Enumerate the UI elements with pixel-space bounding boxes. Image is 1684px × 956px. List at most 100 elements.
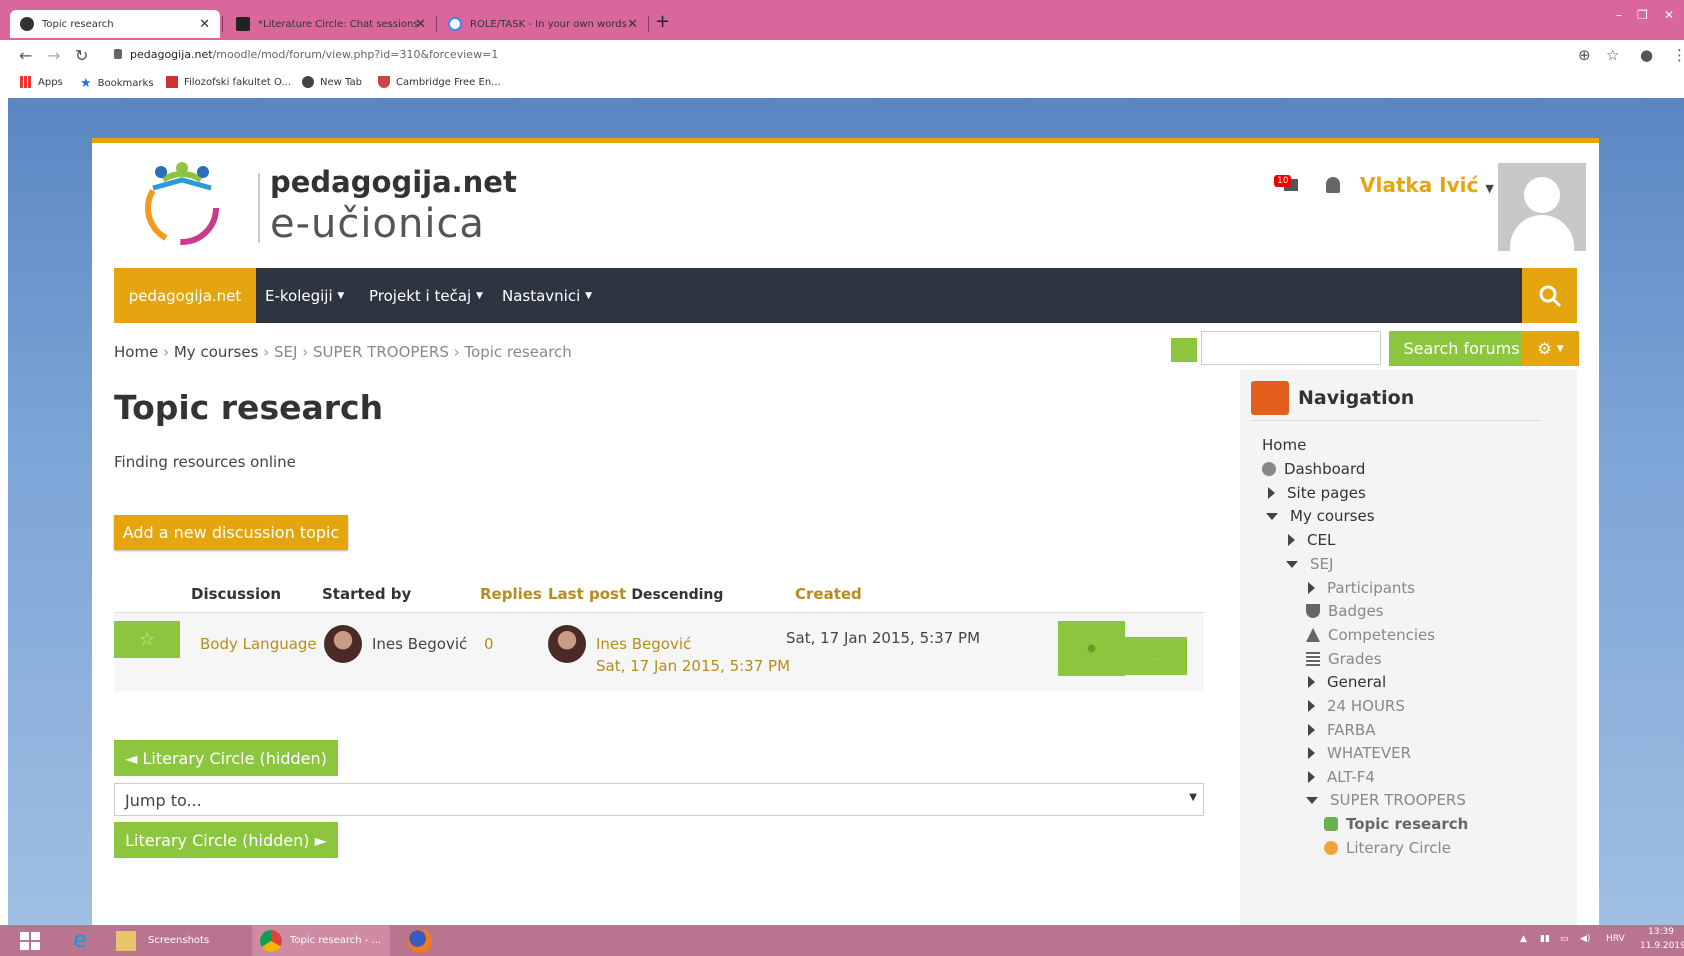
col-created[interactable]: Created	[795, 585, 862, 603]
firefox-icon[interactable]	[404, 925, 436, 956]
bookmark-cambridge[interactable]: Cambridge Free En...	[378, 76, 501, 88]
nav-participants[interactable]: Participants	[1308, 579, 1415, 597]
avatar[interactable]	[548, 625, 586, 663]
battery-icon[interactable]: ▭	[1560, 934, 1569, 944]
crumb-my-courses[interactable]: My courses	[174, 343, 259, 361]
menu-icon[interactable]: ⋮	[1672, 46, 1684, 64]
bell-icon[interactable]	[1326, 177, 1340, 193]
nav-e-kolegiji[interactable]: E-kolegiji ▼	[265, 268, 344, 323]
bookmark-label: Apps	[38, 76, 63, 88]
nav-section-farba[interactable]: FARBA	[1308, 721, 1376, 739]
more-actions-icon[interactable]: ...	[1120, 637, 1187, 675]
last-post-user[interactable]: Ines Begović	[596, 635, 691, 653]
crumb-topic-research[interactable]: Topic research	[464, 343, 571, 361]
nav-section-super-troopers[interactable]: SUPER TROOPERS	[1306, 791, 1466, 809]
nav-projekt[interactable]: Projekt i tečaj ▼	[369, 268, 483, 323]
nav-home-link[interactable]: Home	[1262, 436, 1306, 454]
col-started-by[interactable]: Started by	[322, 585, 411, 603]
add-discussion-button[interactable]: Add a new discussion topic	[114, 515, 348, 550]
nav-competencies[interactable]: Competencies	[1306, 626, 1435, 644]
discussion-link[interactable]: Body Language	[200, 635, 317, 653]
tab-literature-circle[interactable]: *Literature Circle: Chat sessions ✕	[226, 10, 436, 38]
new-tab-button[interactable]: +	[655, 11, 670, 32]
nav-badges[interactable]: Badges	[1306, 602, 1384, 620]
subscribe-toggle[interactable]: ●	[1058, 621, 1125, 676]
nav-label: WHATEVER	[1327, 744, 1412, 762]
volume-icon[interactable]: ◀)	[1580, 934, 1590, 944]
bookmark-new-tab[interactable]: New Tab	[302, 76, 362, 88]
crumb-super-troopers[interactable]: SUPER TROOPERS	[313, 343, 449, 361]
next-activity-button[interactable]: Literary Circle (hidden) ►	[114, 822, 338, 858]
settings-menu-button[interactable]: ⚙ ▼	[1522, 331, 1579, 366]
nav-label: Competencies	[1328, 626, 1436, 644]
search-forums-button[interactable]: Search forums	[1389, 331, 1534, 366]
close-icon[interactable]: ✕	[627, 17, 638, 32]
nav-section-alt-f4[interactable]: ALT-F4	[1308, 768, 1375, 786]
col-discussion[interactable]: Discussion	[191, 585, 281, 603]
reload-icon[interactable]: ↻	[75, 46, 88, 65]
star-icon[interactable]: ☆	[114, 621, 180, 658]
nav-course-sej[interactable]: SEJ	[1286, 555, 1333, 573]
close-window-icon[interactable]: ✕	[1664, 8, 1674, 22]
network-icon[interactable]: ▮▮	[1540, 934, 1550, 944]
restore-icon[interactable]: ❐	[1637, 8, 1648, 22]
tab-topic-research[interactable]: Topic research ✕	[10, 10, 220, 38]
back-icon[interactable]: ←	[19, 46, 32, 65]
bookmark-bookmarks[interactable]: ★ Bookmarks	[80, 76, 154, 91]
tab-divider	[648, 16, 649, 32]
trophy-icon	[1306, 604, 1320, 618]
nav-dashboard[interactable]: Dashboard	[1262, 460, 1365, 478]
nav-section-general[interactable]: General	[1308, 673, 1386, 691]
replies-count[interactable]: 0	[484, 635, 494, 653]
minimize-icon[interactable]: –	[1616, 8, 1622, 22]
profile-icon[interactable]: ●	[1640, 46, 1653, 64]
bookmark-apps[interactable]: Apps	[20, 76, 63, 88]
close-icon[interactable]: ✕	[415, 17, 426, 32]
nav-course-cel[interactable]: CEL	[1288, 531, 1335, 549]
clock-date[interactable]: 11.9.2019	[1640, 941, 1684, 951]
taskbar-chrome[interactable]: Topic research - ...	[252, 925, 390, 956]
internet-explorer-icon[interactable]: e	[64, 925, 96, 956]
col-replies[interactable]: Replies	[480, 585, 542, 603]
nav-literary-circle[interactable]: Literary Circle	[1324, 839, 1451, 857]
nav-topic-research[interactable]: Topic research	[1324, 815, 1468, 833]
started-by-name[interactable]: Ines Begović	[372, 635, 467, 653]
nav-section-whatever[interactable]: WHATEVER	[1308, 744, 1411, 762]
col-last-post[interactable]: Last post Descending	[548, 585, 723, 603]
nav-section-24-hours[interactable]: 24 HOURS	[1308, 697, 1405, 715]
crumb-sej[interactable]: SEJ	[274, 343, 297, 361]
jump-to-select[interactable]: Jump to... ▼	[114, 783, 1204, 816]
language-indicator[interactable]: HRV	[1606, 934, 1625, 944]
last-post-date[interactable]: Sat, 17 Jan 2015, 5:37 PM	[596, 657, 790, 675]
url-field[interactable]: pedagogija.net/moodle/mod/forum/view.php…	[114, 48, 498, 61]
avatar[interactable]	[1498, 163, 1586, 251]
nav-home[interactable]: pedagogija.net	[114, 268, 256, 323]
page-container: pedagogija.net e-učionica 10 Vlatka Ivić…	[92, 138, 1599, 925]
nav-nastavnici[interactable]: Nastavnici ▼	[502, 268, 592, 323]
avatar[interactable]	[324, 625, 362, 663]
chevron-right-icon	[1268, 487, 1275, 499]
crumb-home[interactable]: Home	[114, 343, 158, 361]
zoom-icon[interactable]: ⊕	[1578, 46, 1591, 64]
user-menu[interactable]: Vlatka Ivić ▼	[1360, 173, 1494, 197]
search-input[interactable]	[1201, 331, 1381, 365]
nav-site-pages[interactable]: Site pages	[1268, 484, 1366, 502]
tray-chevron-icon[interactable]: ▲	[1520, 934, 1527, 944]
bookmark-filozofski[interactable]: Filozofski fakultet O...	[166, 76, 291, 88]
main-navbar: pedagogija.net E-kolegiji ▼ Projekt i te…	[114, 268, 1577, 323]
nav-grades[interactable]: Grades	[1306, 650, 1382, 668]
windows-start-icon[interactable]	[16, 925, 44, 956]
search-icon[interactable]	[1522, 268, 1577, 323]
forward-icon[interactable]: →	[47, 46, 60, 65]
help-icon[interactable]	[1171, 338, 1197, 362]
close-icon[interactable]: ✕	[199, 17, 210, 32]
messages-icon[interactable]: 10	[1274, 175, 1300, 195]
clock-time[interactable]: 13:39	[1648, 927, 1674, 937]
site-logo[interactable]	[137, 158, 227, 248]
chevron-down-icon	[1286, 560, 1298, 568]
bookmark-star-icon[interactable]: ☆	[1606, 46, 1619, 64]
prev-activity-button[interactable]: ◄ Literary Circle (hidden)	[114, 740, 338, 776]
tab-role-task[interactable]: ROLE/TASK - In your own words ✕	[438, 10, 648, 38]
nav-my-courses[interactable]: My courses	[1266, 507, 1375, 525]
taskbar-screenshots[interactable]: Screenshots	[110, 925, 240, 956]
